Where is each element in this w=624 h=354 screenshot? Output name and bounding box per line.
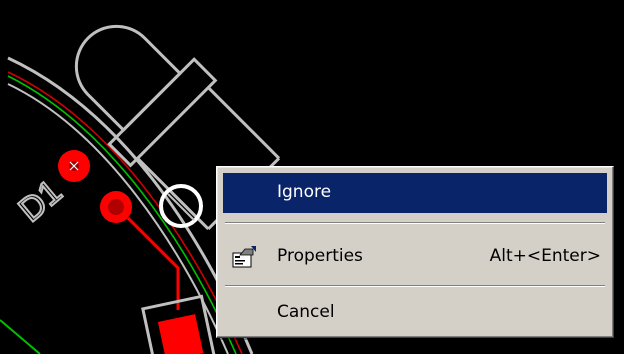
track-green-corner [0, 319, 41, 354]
menu-item-ignore[interactable]: Ignore [223, 173, 607, 213]
menu-item-cancel-label: Cancel [277, 302, 335, 322]
led-dome-outline [74, 24, 183, 133]
menu-item-properties-shortcut: Alt+<Enter> [489, 246, 601, 266]
menu-item-properties-label: Properties [277, 246, 363, 266]
menu-item-cancel[interactable]: Cancel [223, 293, 607, 333]
menu-item-ignore-label: Ignore [277, 182, 332, 202]
properties-icon [232, 246, 256, 268]
smd-pad[interactable] [157, 314, 204, 354]
menu-item-properties[interactable]: Properties Alt+<Enter> [223, 237, 607, 277]
led-flange-outline [107, 57, 218, 168]
context-menu: Ignore Properties Alt+<Enter> Cancel [216, 166, 614, 338]
designator-text: D1 [12, 172, 70, 229]
menu-separator [225, 222, 605, 224]
pad-2-hole [108, 199, 124, 215]
menu-separator [225, 285, 605, 287]
pcb-canvas[interactable]: D1 Ignore Properties Alt+<Enter> Cancel [0, 0, 624, 354]
